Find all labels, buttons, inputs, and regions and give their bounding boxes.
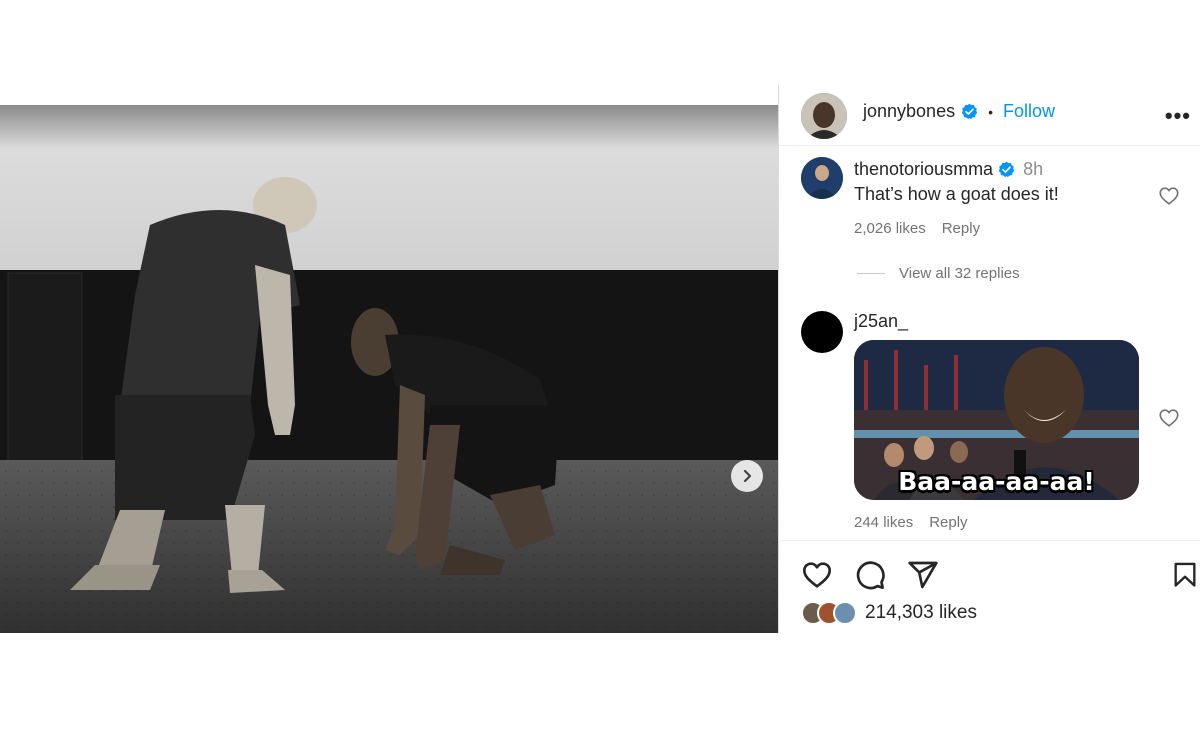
comment-header: thenotoriousmma 8h xyxy=(854,159,1059,180)
comment-time: 8h xyxy=(1023,159,1044,179)
likes-count[interactable]: 214,303 likes xyxy=(865,602,977,624)
post-details-panel: jonnybones • Follow ••• thenotoriousmma xyxy=(778,85,1200,633)
liker-avatar xyxy=(833,601,857,625)
commenter-avatar[interactable] xyxy=(801,311,843,353)
comment-text: That’s how a goat does it! xyxy=(854,184,1059,204)
comment-body: thenotoriousmma 8h That’s how a goat doe… xyxy=(854,159,1059,205)
reply-button[interactable]: Reply xyxy=(942,220,980,237)
follow-button[interactable]: Follow xyxy=(1003,101,1055,122)
author-info: jonnybones • Follow xyxy=(863,101,1055,122)
post-photo[interactable] xyxy=(0,105,778,633)
training-photo xyxy=(0,105,778,633)
comment-meta: 2,026 likes Reply xyxy=(854,220,1154,237)
comment-icon[interactable] xyxy=(854,559,886,591)
next-slide-button[interactable] xyxy=(731,460,763,492)
comment-header: j25an_ xyxy=(854,311,908,332)
more-options-icon[interactable]: ••• xyxy=(1165,103,1191,129)
verified-badge-icon xyxy=(998,161,1015,178)
comment-like-heart-icon[interactable] xyxy=(1158,407,1180,429)
verified-badge-icon xyxy=(961,103,978,120)
chevron-right-icon xyxy=(743,469,752,483)
view-replies-label: View all 32 replies xyxy=(899,265,1020,282)
heart-icon[interactable] xyxy=(801,559,833,591)
divider-line xyxy=(857,273,885,274)
reply-button[interactable]: Reply xyxy=(929,514,967,531)
author-avatar[interactable] xyxy=(801,93,847,139)
comment-body: j25an_ xyxy=(854,311,908,332)
comment-meta: 244 likes Reply xyxy=(854,514,1154,531)
post-actions-bar: 214,303 likes xyxy=(779,540,1200,633)
share-icon[interactable] xyxy=(907,559,939,591)
post-header: jonnybones • Follow ••• xyxy=(779,85,1200,146)
gif-caption: Baa-aa-aa-aa! xyxy=(898,467,1095,496)
comment-username[interactable]: thenotoriousmma xyxy=(854,159,993,180)
comment-likes[interactable]: 2,026 likes xyxy=(854,220,926,237)
likes-summary: 214,303 likes xyxy=(801,601,977,625)
commenter-avatar[interactable] xyxy=(801,157,843,199)
comment-gif[interactable]: Baa-aa-aa-aa! xyxy=(854,340,1139,500)
comment-likes[interactable]: 244 likes xyxy=(854,514,913,531)
author-username[interactable]: jonnybones xyxy=(863,101,955,122)
comment-like-heart-icon[interactable] xyxy=(1158,185,1180,207)
liker-avatars xyxy=(801,601,857,625)
view-replies-button[interactable]: View all 32 replies xyxy=(857,265,1020,282)
header-separator: • xyxy=(988,103,993,120)
bookmark-icon[interactable] xyxy=(1171,559,1199,591)
comment-username[interactable]: j25an_ xyxy=(854,311,908,332)
